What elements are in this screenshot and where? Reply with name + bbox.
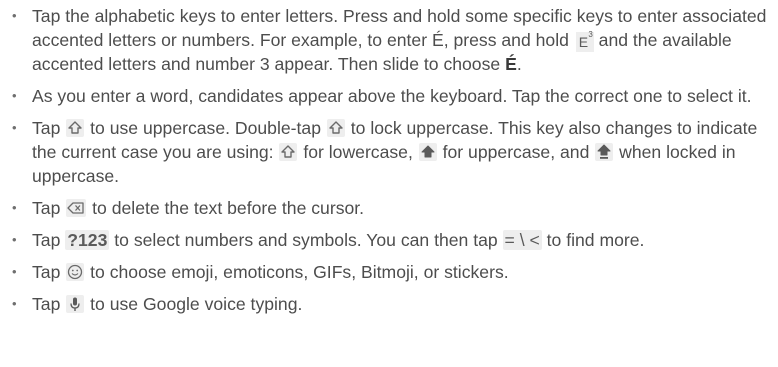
- list-item-emoji: Tap to choose emoji, emoticons, GIFs, Bi…: [8, 260, 768, 284]
- accented-letter: É: [505, 54, 517, 74]
- list-item-voice: Tap to use Google voice typing.: [8, 292, 768, 316]
- item-text: Tap: [32, 294, 66, 314]
- instruction-list: Tap the alphabetic keys to enter letters…: [8, 4, 768, 316]
- backspace-icon: [66, 199, 87, 217]
- list-item-alphabetic-keys: Tap the alphabetic keys to enter letters…: [8, 4, 768, 76]
- item-text: to choose emoji, emoticons, GIFs, Bitmoj…: [85, 262, 509, 282]
- item-text: for uppercase, and: [437, 142, 595, 162]
- numbers-key: ?123: [65, 230, 110, 250]
- shift-locked-icon: [595, 143, 614, 161]
- item-text: Tap: [32, 198, 66, 218]
- help-document: Tap the alphabetic keys to enter letters…: [0, 0, 778, 367]
- shift-outline-icon: [279, 143, 298, 161]
- e-key-number: 3: [588, 30, 593, 39]
- list-item-numbers: Tap ?123 to select numbers and symbols. …: [8, 228, 768, 252]
- item-text: to select numbers and symbols. You can t…: [109, 230, 503, 250]
- item-text: for lowercase,: [298, 142, 418, 162]
- e-key-icon: E3: [575, 30, 594, 52]
- item-text: to use uppercase. Double-tap: [85, 118, 326, 138]
- shift-filled-icon: [418, 143, 437, 161]
- list-item-backspace: Tap to delete the text before the cursor…: [8, 196, 768, 220]
- shift-outline-icon: [66, 119, 85, 137]
- item-text: to find more.: [541, 230, 645, 250]
- emoji-icon: [66, 263, 85, 281]
- item-text: Tap: [32, 118, 66, 138]
- shift-outline-icon: [326, 119, 345, 137]
- mic-icon: [66, 295, 85, 313]
- item-text: As you enter a word, candidates appear a…: [32, 86, 752, 106]
- item-text: to use Google voice typing.: [85, 294, 303, 314]
- list-item-candidates: As you enter a word, candidates appear a…: [8, 84, 768, 108]
- item-text: Tap: [32, 262, 66, 282]
- e-key-letter: E: [578, 34, 589, 50]
- item-text: to delete the text before the cursor.: [87, 198, 365, 218]
- symbols-key: = \ <: [502, 230, 542, 250]
- item-text: Tap: [32, 230, 66, 250]
- list-item-shift: Tap to use uppercase. Double-tap to lock…: [8, 116, 768, 188]
- item-text: .: [516, 54, 522, 74]
